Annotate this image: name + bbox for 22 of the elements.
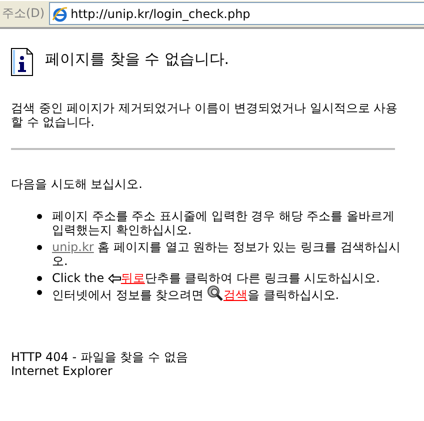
bullet-icon — [37, 245, 42, 250]
footer-text: Internet Explorer — [11, 364, 114, 378]
search-icon — [207, 285, 224, 301]
page-title: 페이지를 찾을 수 없습니다. — [45, 50, 230, 68]
info-icon — [11, 48, 33, 76]
list-item: 인터넷에서 정보를 찾으려면 검색을 클릭하십시오. — [52, 285, 340, 302]
back-arrow-icon — [108, 274, 121, 284]
browser-icon — [52, 6, 68, 22]
description-text: 검색 중인 페이지가 제거되었거나 이름이 변경되었거나 일시적으로 사용할 수 없습니다. — [11, 101, 399, 129]
list-item: unip.kr 홈 페이지를 열고 원하는 정보가 있는 링크를 검색하십시오. — [52, 240, 402, 268]
list-item: 페이지 주소를 주소 표시줄에 입력한 경우 해당 주소를 올바르게 입력했는지 확인하십시오. — [52, 209, 396, 237]
home-link[interactable]: unip.kr — [52, 240, 94, 254]
bullet-icon — [37, 214, 42, 219]
footer-text: HTTP 404 - 파일을 찾을 수 없음 — [11, 350, 189, 364]
address-label: 주소(D) — [2, 5, 45, 22]
action-link[interactable]: 검색 — [223, 288, 248, 302]
bullet-icon — [37, 276, 42, 281]
bullet-icon — [37, 290, 42, 295]
action-link[interactable]: 뒤로 — [120, 271, 145, 285]
intro-text: 다음을 시도해 보십시오. — [11, 176, 144, 193]
list-item: Click the 뒤로단추를 클릭하여 다른 링크를 시도하십시오. — [52, 271, 380, 285]
address-field[interactable]: http://unip.kr/login_check.php — [48, 2, 424, 25]
